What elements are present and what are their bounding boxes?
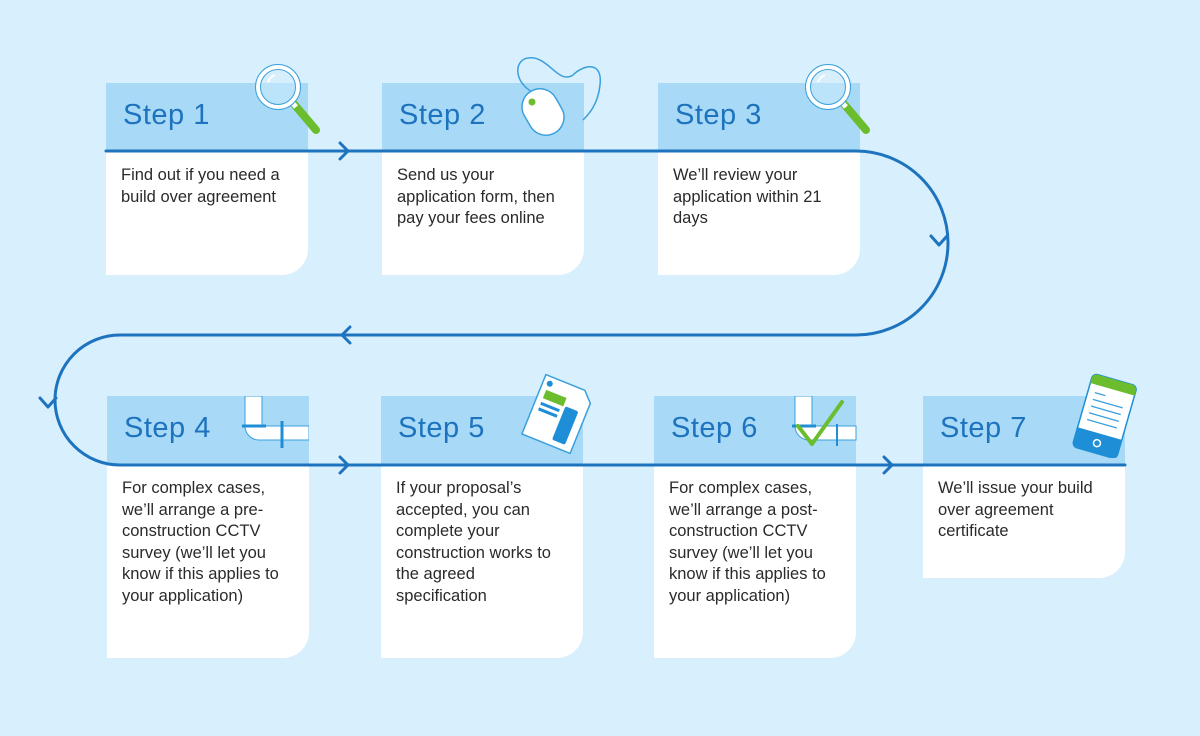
step-title: Step 6 xyxy=(671,412,758,444)
mobile-certificate-icon xyxy=(1072,373,1137,458)
step-title: Step 4 xyxy=(124,412,211,444)
step-description: Send us your application form, then pay … xyxy=(397,166,555,228)
step-title: Step 2 xyxy=(399,99,486,131)
arrow-right-icon xyxy=(882,455,894,475)
step-description: For complex cases, we’ll arrange a pre-c… xyxy=(122,479,279,605)
step-description: If your proposal’s accepted, you can com… xyxy=(396,479,551,605)
pipe-icon xyxy=(242,396,309,448)
step-title: Step 7 xyxy=(940,412,1027,444)
step-description: We’ll issue your build over agreement ce… xyxy=(938,479,1093,541)
magnifier-icon xyxy=(255,64,320,134)
magnifier-icon xyxy=(805,64,870,134)
step-description: Find out if you need a build over agreem… xyxy=(121,166,280,206)
step-title: Step 3 xyxy=(675,99,762,131)
arrow-right-icon xyxy=(338,455,350,475)
pipe-check-icon xyxy=(792,396,857,446)
mouse-icon xyxy=(517,57,601,136)
document-icon xyxy=(520,374,592,454)
arrow-down-icon xyxy=(929,234,949,247)
arrow-down-icon xyxy=(38,396,58,409)
arrow-left-icon xyxy=(340,325,352,345)
step-title: Step 5 xyxy=(398,412,485,444)
step-description: For complex cases, we’ll arrange a post-… xyxy=(669,479,826,605)
step-title: Step 1 xyxy=(123,99,210,131)
arrow-right-icon xyxy=(338,141,350,161)
step-description: We’ll review your application within 21 … xyxy=(673,166,822,228)
